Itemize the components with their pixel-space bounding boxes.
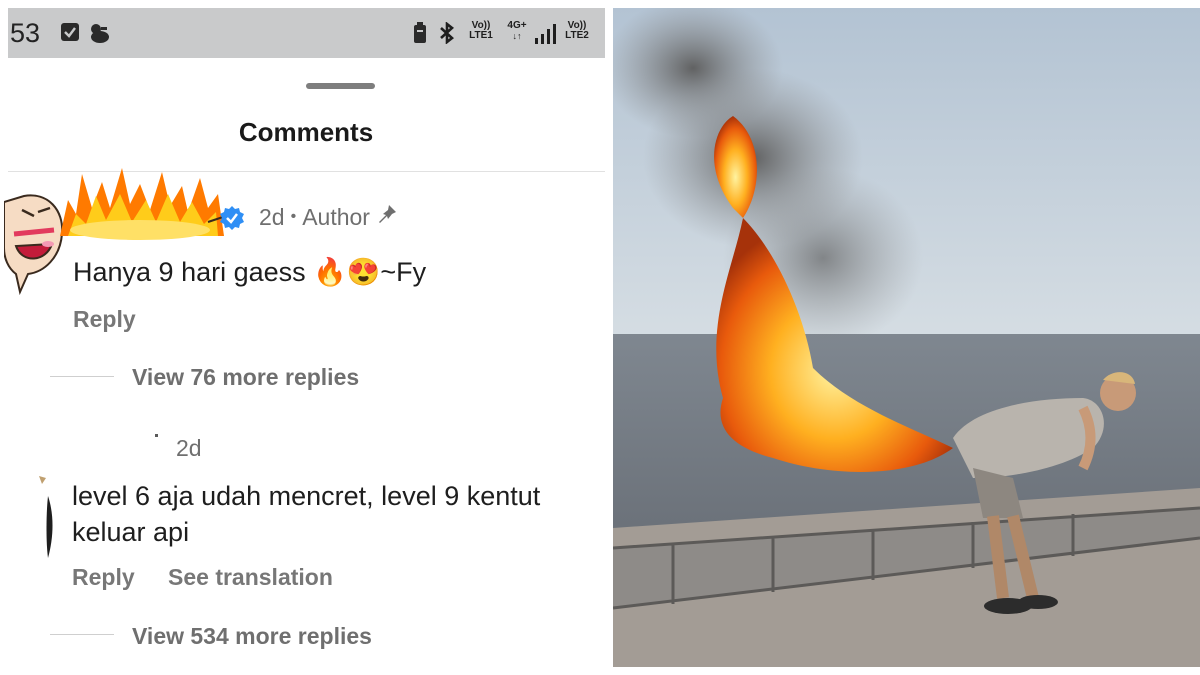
flaming-username[interactable]	[58, 164, 228, 247]
thread-line-2	[50, 634, 114, 635]
sim2-indicator: Vo)) LTE2	[565, 20, 589, 41]
signal-icon	[534, 24, 556, 49]
hidden-username	[155, 434, 158, 437]
comment-time: 2d	[259, 203, 285, 230]
comment-text-line-1: level 6 aja udah mencret, level 9 kentut	[72, 481, 541, 511]
commenter-avatar[interactable]	[36, 474, 54, 565]
comments-screenshot-panel: 53 Vo)) LTE1 4G+ ↓↑ Vo)) LTE2 Comments 2…	[0, 0, 612, 675]
reply-button[interactable]: Reply	[73, 306, 136, 333]
comment-time-2: 2d	[176, 435, 202, 461]
checkbox-icon	[60, 22, 80, 47]
view-more-replies-button[interactable]: View 76 more replies	[132, 364, 359, 391]
battery-icon	[412, 22, 428, 49]
comment-meta: 2d • Author	[220, 203, 398, 231]
comment-text-line-2: keluar api	[72, 517, 190, 547]
thread-line	[50, 376, 114, 377]
sheet-title: Comments	[238, 117, 374, 147]
bluetooth-icon	[438, 21, 456, 49]
comment-text: Hanya 9 hari gaess 🔥😍~Fy	[73, 257, 427, 287]
verified-icon	[219, 205, 245, 237]
status-time: 53	[10, 18, 41, 48]
network-type: 4G+ ↓↑	[507, 20, 527, 42]
status-bar: 53 Vo)) LTE1 4G+ ↓↑ Vo)) LTE2	[8, 8, 605, 58]
duck-icon	[88, 22, 110, 49]
sim1-indicator: Vo)) LTE1	[469, 20, 493, 41]
author-badge: Author	[302, 203, 370, 230]
pin-icon	[376, 203, 398, 231]
sheet-drag-handle[interactable]	[306, 83, 375, 89]
author-avatar[interactable]	[3, 188, 66, 313]
view-more-replies-button-2[interactable]: View 534 more replies	[132, 623, 372, 650]
see-translation-button[interactable]: See translation	[168, 564, 333, 591]
meta-separator: •	[290, 208, 297, 225]
reply-button-2[interactable]: Reply	[72, 564, 135, 591]
fire-photo	[613, 8, 1200, 667]
